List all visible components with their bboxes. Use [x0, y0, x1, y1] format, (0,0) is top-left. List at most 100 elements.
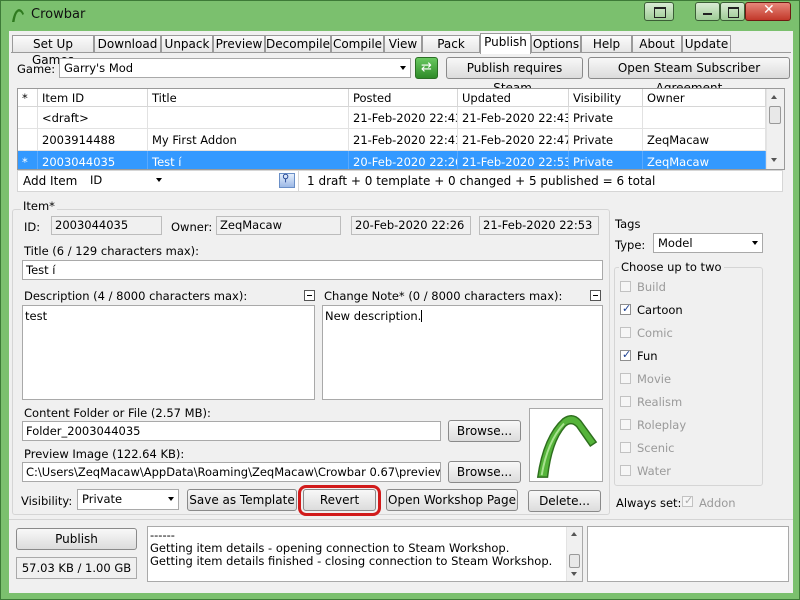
col-header-visibility[interactable]: Visibility — [569, 89, 643, 107]
items-table-scrollbar[interactable] — [766, 89, 784, 169]
items-table: * Item ID Title Posted Updated Visibilit… — [17, 88, 785, 170]
tag-label-fun: Fun — [637, 349, 658, 363]
publish-requires-steam-button[interactable]: Publish requires Steam. — [446, 57, 583, 95]
browse-content-button[interactable]: Browse... — [448, 420, 521, 442]
tab-download[interactable]: Download — [94, 35, 161, 52]
tab-pack[interactable]: Pack — [422, 35, 480, 52]
tag-checkbox-roleplay — [620, 419, 631, 430]
cell-updated: 21-Feb-2020 22:53 — [458, 151, 569, 169]
posted-date-field: 20-Feb-2020 22:26 — [351, 216, 471, 235]
search-field-select[interactable]: ID — [86, 171, 166, 191]
game-select[interactable]: Garry's Mod — [59, 58, 411, 78]
scroll-thumb[interactable] — [569, 554, 580, 568]
cell-item-id: 2003044035 — [38, 151, 148, 169]
always-set-checkbox: ✓ — [682, 494, 693, 507]
tag-type-select[interactable]: Model — [653, 233, 763, 253]
open-subscriber-agreement-button[interactable]: Open Steam Subscriber Agreement — [588, 57, 790, 95]
collapse-change-note-button[interactable] — [590, 290, 601, 301]
preview-image-label: Preview Image (122.64 KB): — [24, 447, 185, 461]
cell-title: Test í — [148, 151, 349, 169]
title-input[interactable]: Test í — [22, 260, 603, 280]
tab-help[interactable]: Help — [581, 35, 632, 52]
minimize-icon — [703, 13, 712, 15]
search-button[interactable]: ⚲ — [279, 173, 295, 188]
description-textarea[interactable]: test — [22, 305, 315, 400]
storage-quota: 57.03 KB / 1.00 GB — [16, 557, 137, 579]
delete-button[interactable]: Delete... — [528, 490, 601, 512]
publish-button[interactable]: Publish — [16, 528, 137, 550]
cell-updated: 21-Feb-2020 22:47 — [458, 129, 569, 151]
add-item-button[interactable]: Add Item — [23, 174, 77, 188]
tag-checkbox-cartoon[interactable]: ✓ — [620, 302, 631, 315]
app-window: Crowbar ✕ Set Up Games Download Unpack P… — [0, 0, 800, 600]
refresh-icon: ⇄ — [421, 60, 432, 75]
change-note-textarea[interactable]: New description. — [322, 305, 603, 400]
col-header-changed[interactable]: * — [18, 89, 38, 107]
cell-visibility: Private — [569, 107, 643, 129]
visibility-select[interactable]: Private — [77, 489, 179, 510]
tab-options[interactable]: Options — [531, 35, 581, 52]
tab-preview[interactable]: Preview — [213, 35, 265, 52]
revert-button[interactable]: Revert — [303, 489, 376, 511]
change-note-label: Change Note* (0 / 8000 characters max): — [324, 289, 563, 303]
cell-changed — [18, 107, 38, 129]
tag-checkbox-fun[interactable]: ✓ — [620, 348, 631, 361]
scroll-thumb[interactable] — [769, 106, 781, 124]
visibility-label: Visibility: — [21, 494, 73, 508]
cell-owner: ZeqMacaw — [643, 129, 766, 151]
tab-about[interactable]: About — [632, 35, 682, 52]
tag-type-value: Model — [658, 236, 693, 250]
close-button[interactable]: ✕ — [745, 2, 791, 21]
maximize-button[interactable] — [720, 2, 745, 21]
restore-button[interactable] — [644, 2, 674, 21]
cell-updated: 21-Feb-2020 22:43 — [458, 107, 569, 129]
chevron-down-icon — [156, 178, 162, 182]
tags-label: Tags — [615, 217, 641, 231]
tag-label-comic: Comic — [637, 326, 673, 340]
content-folder-input[interactable]: Folder_2003044035 — [22, 421, 441, 441]
col-header-item-id[interactable]: Item ID — [38, 89, 148, 107]
collapse-description-button[interactable] — [304, 290, 315, 301]
divider — [298, 171, 299, 191]
description-label: Description (4 / 8000 characters max): — [24, 289, 248, 303]
log-scrollbar[interactable] — [566, 527, 582, 581]
scroll-down-icon — [571, 572, 577, 576]
cell-changed — [18, 129, 38, 151]
title-bar[interactable]: Crowbar ✕ — [1, 1, 800, 29]
cell-owner — [643, 107, 766, 129]
tab-decompile[interactable]: Decompile — [265, 35, 331, 52]
minimize-button[interactable] — [695, 2, 720, 21]
log-line: Getting item details - opening connectio… — [150, 541, 510, 555]
col-header-owner[interactable]: Owner — [643, 89, 766, 107]
col-header-title[interactable]: Title — [148, 89, 349, 107]
item-group-title: Item* — [21, 199, 57, 213]
tab-publish[interactable]: Publish — [480, 33, 531, 54]
refresh-game-button[interactable]: ⇄ — [415, 57, 438, 79]
tab-view[interactable]: View — [384, 35, 422, 52]
id-label: ID: — [24, 220, 41, 234]
change-note-text: New description. — [325, 309, 422, 323]
chevron-down-icon — [400, 66, 406, 70]
owner-field: ZeqMacaw — [216, 216, 341, 235]
col-header-updated[interactable]: Updated — [458, 89, 569, 107]
cell-title — [148, 107, 349, 129]
items-summary: 1 draft + 0 template + 0 changed + 5 pub… — [307, 174, 656, 188]
col-header-posted[interactable]: Posted — [349, 89, 458, 107]
tab-update[interactable]: Update — [682, 35, 731, 52]
browse-preview-button[interactable]: Browse... — [448, 461, 521, 483]
open-workshop-page-button[interactable]: Open Workshop Page — [386, 489, 518, 511]
log-textbox[interactable]: ------ Getting item details - opening co… — [147, 526, 583, 582]
tag-label-realism: Realism — [637, 395, 683, 409]
scroll-down-icon — [771, 158, 777, 162]
tab-unpack[interactable]: Unpack — [161, 35, 213, 52]
status-panel — [587, 526, 789, 582]
tag-checkbox-water — [620, 465, 631, 476]
preview-image-input[interactable]: C:\Users\ZeqMacaw\AppData\Roaming\ZeqMac… — [22, 462, 441, 482]
tab-set-up-games[interactable]: Set Up Games — [12, 35, 94, 67]
tab-compile[interactable]: Compile — [331, 35, 384, 52]
scroll-up-icon — [771, 95, 777, 99]
item-search-bar: Add Item ID ⚲ 1 draft + 0 template + 0 c… — [17, 170, 783, 192]
save-as-template-button[interactable]: Save as Template — [187, 489, 297, 511]
search-input[interactable] — [168, 171, 278, 191]
tag-checkbox-comic — [620, 327, 631, 338]
